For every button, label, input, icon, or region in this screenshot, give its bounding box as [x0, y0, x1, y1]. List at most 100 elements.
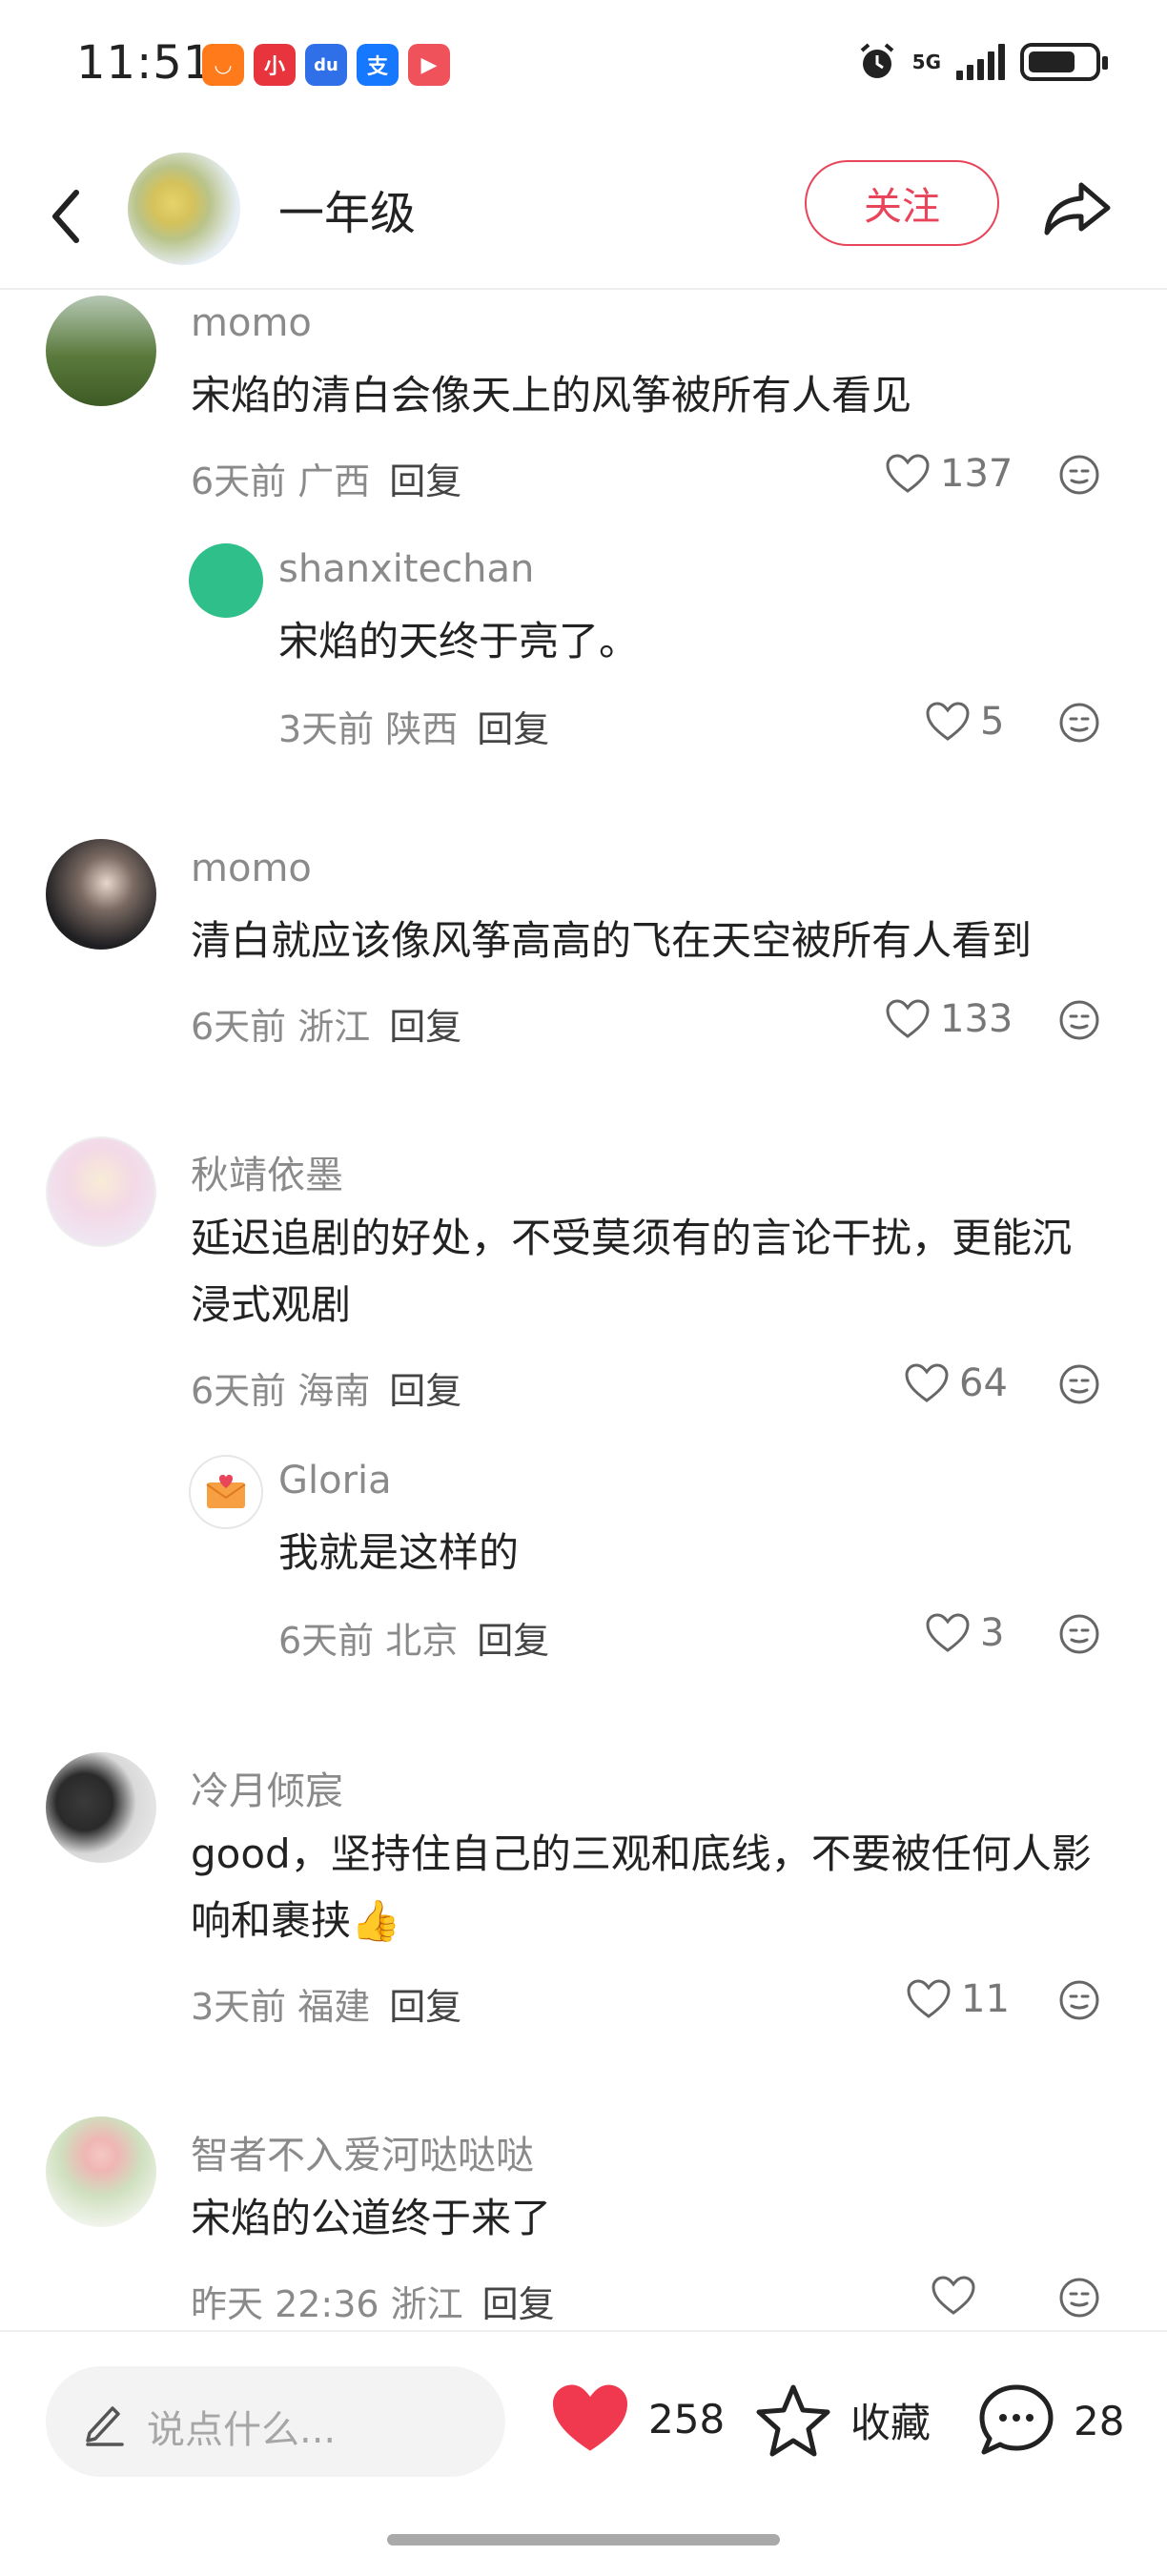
baidu-icon: du [305, 44, 347, 86]
like-button[interactable]: 137 [885, 452, 1013, 496]
commenter-avatar[interactable] [46, 1136, 156, 1247]
comment-text: 宋焰的清白会像天上的风筝被所有人看见 [191, 372, 912, 419]
commenter-name[interactable]: 智者不入爱河哒哒哒 [191, 2124, 534, 2179]
back-arrow-icon[interactable] [40, 174, 88, 259]
emoji-reaction-icon[interactable] [1058, 1613, 1100, 1655]
reply-meta: 6天前 北京 回复 [278, 1611, 549, 1664]
reply-avatar[interactable] [189, 1455, 263, 1529]
notification-app-icons: ◡ 小 du 支 ▶ [202, 44, 450, 86]
alarm-icon [860, 43, 893, 78]
replier-name[interactable]: Gloria [278, 1459, 392, 1503]
reply-meta: 3天前 陕西 回复 [278, 700, 549, 752]
like-count: 3 [980, 1611, 1005, 1655]
emoji-reaction-icon[interactable] [1058, 999, 1100, 1041]
comment-meta: 昨天 22:36 浙江 回复 [191, 2275, 555, 2327]
comment-text: 清白就应该像风筝高高的飞在天空被所有人看到 [191, 917, 1033, 964]
like-button[interactable]: 11 [906, 1977, 1010, 2021]
like-button[interactable]: 3 [925, 1611, 1004, 1655]
reply-time-location: 6天前 北京 [278, 1620, 459, 1662]
network-type: 5G [911, 51, 941, 73]
battery-icon [1020, 43, 1108, 81]
heart-outline-icon [926, 702, 970, 741]
commenter-avatar[interactable] [46, 2116, 156, 2227]
heart-outline-icon [886, 999, 930, 1038]
reply-button[interactable]: 回复 [389, 1006, 461, 1048]
commenter-name[interactable]: momo [191, 301, 312, 345]
system-icons: 5G [857, 42, 1108, 82]
like-count: 5 [980, 700, 1005, 744]
reply-text: 宋焰的天终于亮了。 [278, 618, 640, 664]
comment-meta: 6天前 广西 回复 [191, 452, 461, 504]
comment-text: good，坚持住自己的三观和底线，不要被任何人影响和裹挟👍 [191, 1830, 1092, 1944]
reply-button[interactable]: 回复 [389, 1370, 461, 1412]
replier-name[interactable]: shanxitechan [278, 547, 534, 591]
comment-time-location: 6天前 广西 [191, 460, 371, 502]
commenter-name[interactable]: 秋靖依墨 [191, 1144, 343, 1199]
like-post-button[interactable]: 258 [549, 2382, 725, 2456]
reply-button[interactable]: 回复 [389, 460, 461, 502]
comment-bubble-icon [979, 2384, 1054, 2455]
emoji-reaction-icon[interactable] [1058, 702, 1100, 744]
heart-outline-icon [932, 2276, 975, 2315]
comment-input-placeholder: 说点什么... [147, 2408, 337, 2452]
reply-button[interactable]: 回复 [482, 2283, 555, 2325]
comment-time-location: 3天前 福建 [191, 1986, 371, 2028]
commenter-avatar[interactable] [46, 1752, 156, 1863]
reply-text: 我就是这样的 [278, 1529, 520, 1576]
emoji-reaction-icon[interactable] [1058, 1363, 1100, 1405]
comment-time-location: 昨天 22:36 浙江 [191, 2283, 463, 2325]
bottom-action-bar: 说点什么... 258 收藏 28 [0, 2330, 1167, 2576]
like-count: 64 [959, 1361, 1008, 1405]
status-time: 11:51 [76, 36, 214, 90]
comment-input[interactable]: 说点什么... [46, 2366, 505, 2477]
like-button[interactable]: 133 [885, 997, 1013, 1041]
heart-outline-icon [926, 1613, 970, 1652]
comment-meta: 6天前 浙江 回复 [191, 997, 461, 1050]
like-count: 137 [940, 452, 1013, 496]
commenter-avatar[interactable] [46, 839, 156, 950]
reply-button[interactable]: 回复 [477, 1620, 549, 1662]
envelope-heart-icon [206, 1474, 246, 1508]
video-app-icon: ▶ [408, 44, 450, 86]
like-count: 133 [940, 997, 1013, 1041]
commenter-name[interactable]: 冷月倾宸 [191, 1760, 343, 1815]
heart-outline-icon [886, 454, 930, 493]
alipay-icon: 支 [357, 44, 399, 86]
emoji-reaction-icon[interactable] [1058, 2277, 1100, 2319]
reply-time-location: 3天前 陕西 [278, 708, 459, 750]
comment-list: momo 宋焰的清白会像天上的风筝被所有人看见 6天前 广西 回复 137 sha… [0, 290, 1167, 2330]
author-avatar[interactable] [128, 153, 240, 265]
emoji-reaction-icon[interactable] [1058, 454, 1100, 496]
pencil-icon [86, 2406, 124, 2446]
status-bar: 11:51 ◡ 小 du 支 ▶ 5G [0, 0, 1167, 133]
comment-meta: 3天前 福建 回复 [191, 1977, 461, 2030]
heart-filled-icon [553, 2384, 627, 2451]
heart-outline-icon [907, 1979, 951, 2018]
author-name[interactable]: 一年级 [278, 175, 416, 242]
favorite-button[interactable]: 收藏 [753, 2382, 931, 2458]
home-indicator[interactable] [387, 2534, 780, 2545]
reply-avatar[interactable] [189, 543, 263, 618]
like-button[interactable] [931, 2275, 986, 2317]
commenter-name[interactable]: momo [191, 847, 312, 890]
comment-text: 延迟追剧的好处，不受莫须有的言论干扰，更能沉浸式观剧 [191, 1215, 1073, 1328]
comment-time-location: 6天前 海南 [191, 1370, 371, 1412]
comment-text: 宋焰的公道终于来了 [191, 2195, 552, 2241]
like-button[interactable]: 5 [925, 700, 1004, 744]
signal-icon [956, 44, 1005, 80]
comment-time-location: 6天前 浙江 [191, 1006, 371, 1048]
comment-count: 28 [1074, 2397, 1125, 2444]
emoji-reaction-icon[interactable] [1058, 1979, 1100, 2021]
xiaohongshu-books-icon: 小 [254, 44, 296, 86]
comment-count-button[interactable]: 28 [976, 2382, 1124, 2460]
share-icon[interactable] [1041, 172, 1114, 244]
post-like-count: 258 [648, 2395, 726, 2443]
like-button[interactable]: 64 [904, 1361, 1008, 1405]
favorite-label: 收藏 [850, 2399, 932, 2446]
reply-button[interactable]: 回复 [389, 1986, 461, 2028]
reply-button[interactable]: 回复 [477, 708, 549, 750]
follow-button[interactable]: 关注 [805, 160, 999, 246]
heart-outline-icon [905, 1363, 949, 1402]
commenter-avatar[interactable] [46, 296, 156, 406]
like-count: 11 [961, 1977, 1010, 2021]
